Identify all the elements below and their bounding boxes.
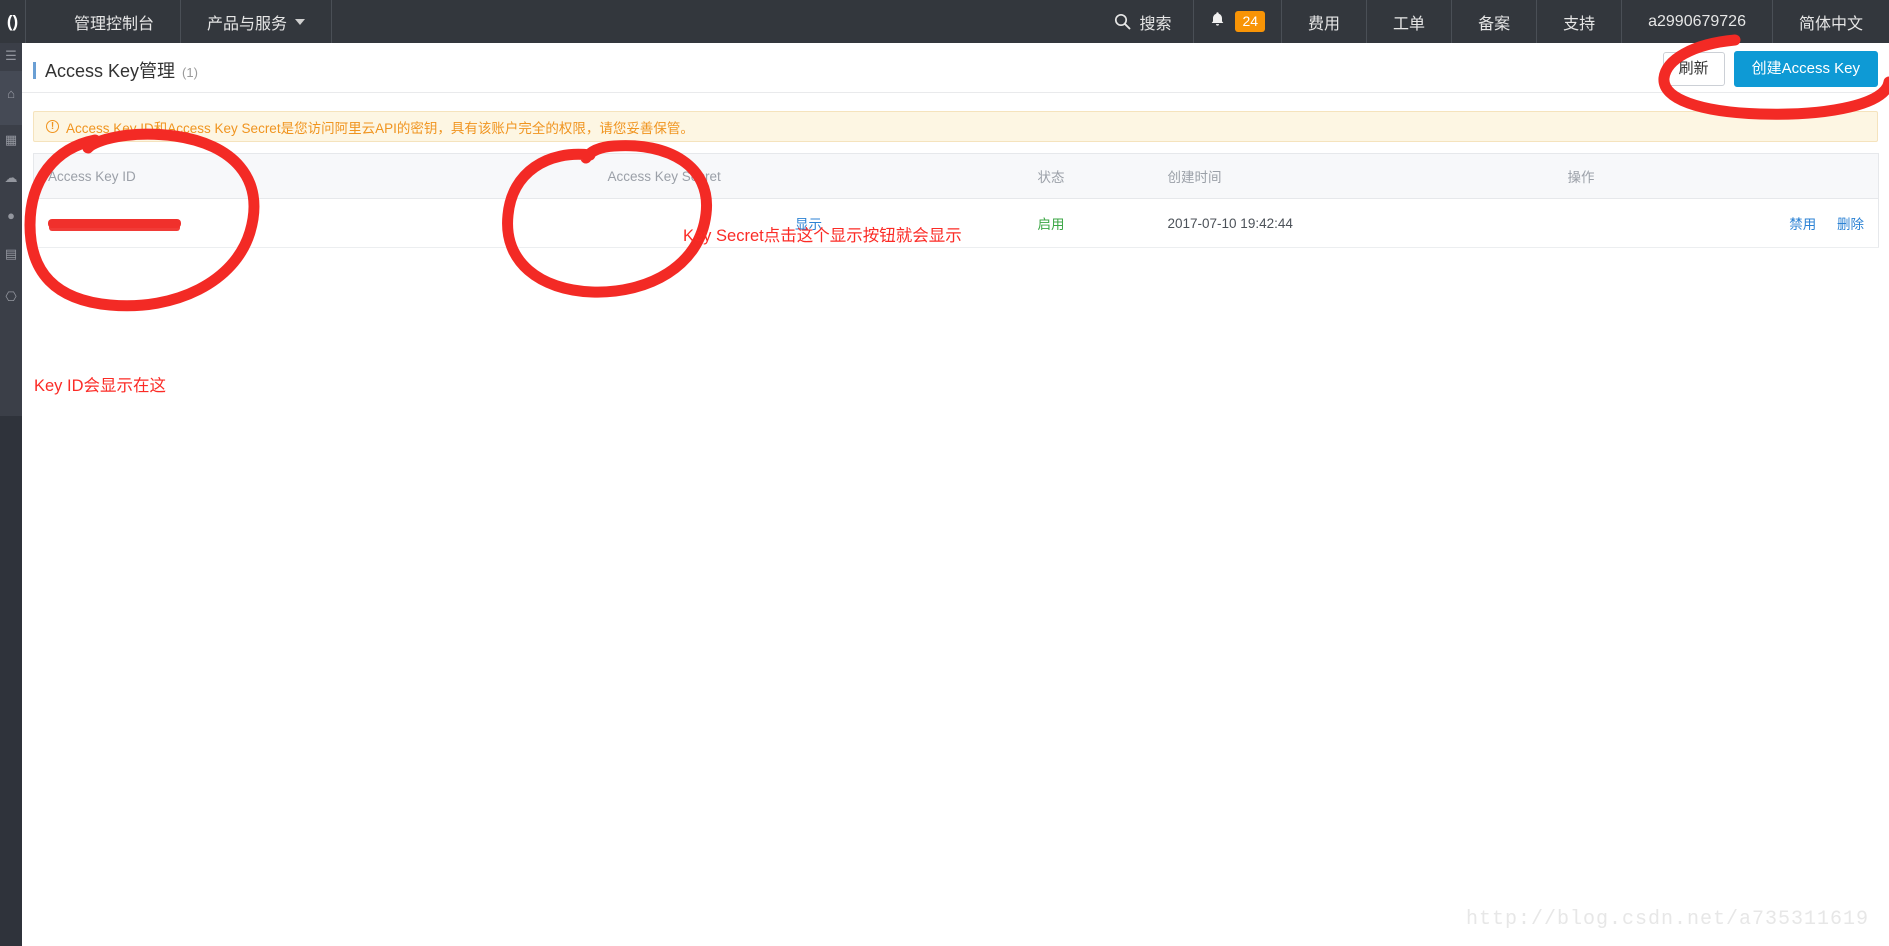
top-navigation-bar: () 管理控制台 产品与服务 搜索: [0, 0, 1889, 43]
menu-list-icon[interactable]: ☰: [2, 47, 20, 65]
status-badge: 启用: [1038, 217, 1065, 232]
column-header-status: 状态: [1024, 154, 1154, 199]
nav-item-search[interactable]: 搜索: [1092, 0, 1194, 43]
nav-item-ticket[interactable]: 工单: [1367, 0, 1452, 43]
page-header: Access Key管理 (1) 刷新 创建Access Key: [22, 43, 1889, 93]
nav-item-console-label: 管理控制台: [74, 10, 154, 34]
page-content: Access Key管理 (1) 刷新 创建Access Key ! Acces…: [22, 43, 1889, 946]
search-icon: [1114, 13, 1131, 30]
nav-item-account[interactable]: a2990679726: [1622, 0, 1773, 43]
cell-access-key-secret: 显示: [594, 199, 1024, 248]
bell-icon: [1210, 11, 1225, 33]
security-warning-banner: ! Access Key ID和Access Key Secret是您访问阿里云…: [33, 111, 1878, 142]
column-header-access-key-id: Access Key ID: [34, 154, 594, 199]
cell-access-key-id: [34, 199, 594, 248]
column-header-access-key-secret: Access Key Secret: [594, 154, 1024, 199]
table-row: 显示 启用 2017-07-10 19:42:44 禁用 删除: [34, 199, 1879, 248]
screen: () 管理控制台 产品与服务 搜索: [0, 0, 1889, 946]
nav-item-console[interactable]: 管理控制台: [48, 0, 181, 43]
show-secret-link[interactable]: 显示: [795, 217, 822, 232]
title-accent-bar: [33, 62, 36, 79]
page-header-actions: 刷新 创建Access Key: [1663, 51, 1878, 87]
column-header-created-at: 创建时间: [1154, 154, 1554, 199]
column-header-actions: 操作: [1554, 154, 1879, 199]
nav-item-language-label: 简体中文: [1799, 10, 1863, 34]
aliyun-logo-icon[interactable]: (): [0, 0, 26, 43]
chevron-down-icon: [295, 19, 305, 25]
nav-item-notifications[interactable]: 24: [1194, 0, 1282, 43]
cell-created-at: 2017-07-10 19:42:44: [1154, 199, 1554, 248]
notification-badge: 24: [1235, 11, 1265, 32]
page-title-count: (1): [182, 65, 198, 80]
nav-item-account-label: a2990679726: [1648, 13, 1746, 31]
refresh-button[interactable]: 刷新: [1663, 52, 1725, 86]
home-icon[interactable]: ⌂: [2, 85, 20, 103]
dot-icon[interactable]: ●: [2, 207, 20, 225]
access-key-table: Access Key ID Access Key Secret 状态 创建时间 …: [33, 153, 1879, 248]
page-title: Access Key管理 (1): [33, 57, 198, 83]
nav-spacer: [332, 0, 1092, 43]
nav-item-record-label: 备案: [1478, 10, 1510, 34]
nav-item-products[interactable]: 产品与服务: [181, 0, 332, 43]
create-access-key-button[interactable]: 创建Access Key: [1734, 51, 1878, 87]
redaction-mark: [48, 219, 181, 228]
nav-item-search-label: 搜索: [1139, 10, 1171, 34]
nav-item-ticket-label: 工单: [1393, 10, 1425, 34]
grid-apps-icon[interactable]: ▦: [2, 131, 20, 149]
delete-key-link[interactable]: 删除: [1837, 217, 1864, 232]
layers-icon[interactable]: ▤: [2, 245, 20, 263]
nav-item-record[interactable]: 备案: [1452, 0, 1537, 43]
cloud-icon[interactable]: ☁: [2, 169, 20, 187]
nav-item-language[interactable]: 简体中文: [1773, 0, 1889, 43]
security-warning-text: Access Key ID和Access Key Secret是您访问阿里云AP…: [66, 117, 694, 137]
info-circle-icon: !: [46, 120, 59, 133]
nav-item-support[interactable]: 支持: [1537, 0, 1622, 43]
table-body: 显示 启用 2017-07-10 19:42:44 禁用 删除: [34, 199, 1879, 248]
rail-lower-area: [0, 416, 22, 946]
blog-watermark: http://blog.csdn.net/a735311619: [1466, 908, 1869, 931]
nav-item-cost-label: 费用: [1308, 10, 1340, 34]
nav-gap: [26, 0, 48, 43]
settings-node-icon[interactable]: ⎔: [2, 288, 20, 306]
cell-actions: 禁用 删除: [1554, 199, 1879, 248]
left-icon-rail: ☰ ⌂ ▦ ☁ ● ▤ ⎔: [0, 43, 22, 946]
disable-key-link[interactable]: 禁用: [1789, 217, 1816, 232]
page-title-text: Access Key管理: [45, 57, 175, 83]
table-header-row: Access Key ID Access Key Secret 状态 创建时间 …: [34, 154, 1879, 199]
cell-status: 启用: [1024, 199, 1154, 248]
nav-item-support-label: 支持: [1563, 10, 1595, 34]
nav-item-products-label: 产品与服务: [207, 10, 287, 34]
table-header: Access Key ID Access Key Secret 状态 创建时间 …: [34, 154, 1879, 199]
nav-item-cost[interactable]: 费用: [1282, 0, 1367, 43]
